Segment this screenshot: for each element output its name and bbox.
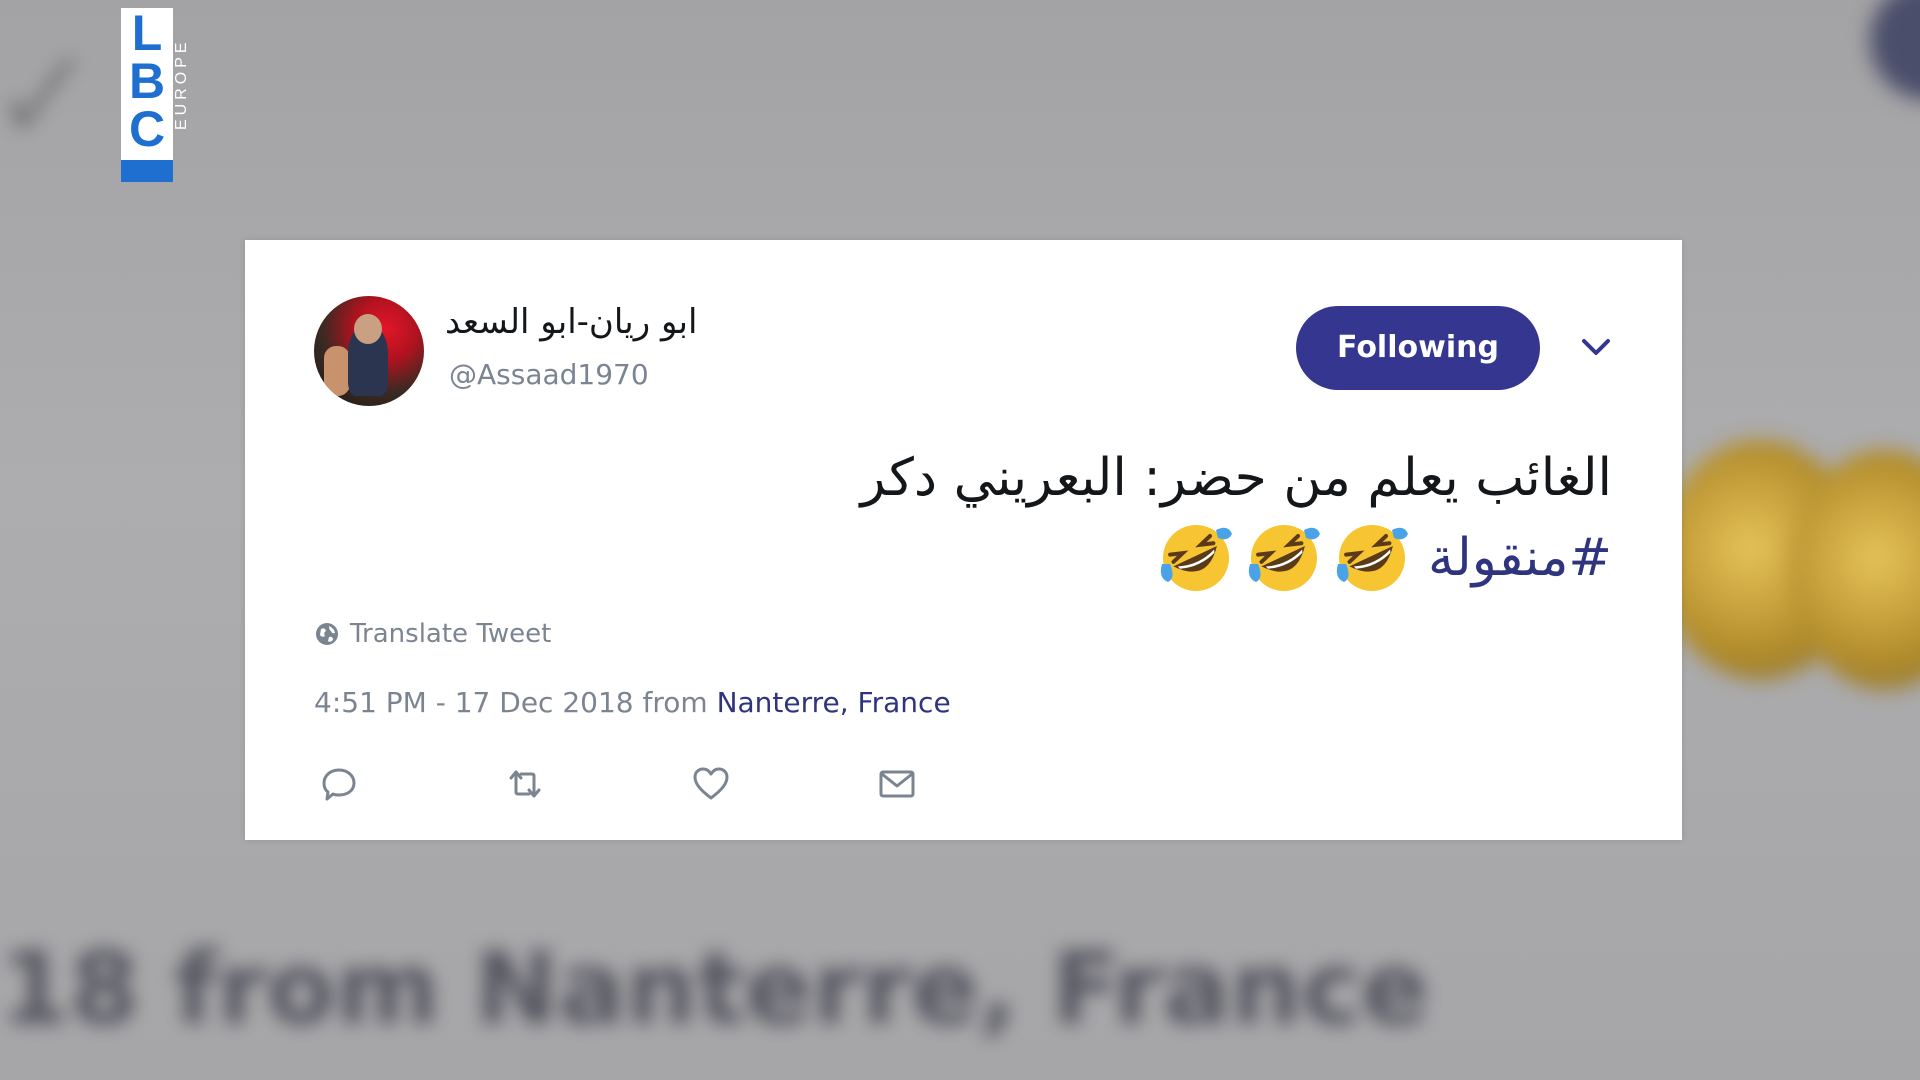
- laughing-emoji-icon: [1336, 525, 1408, 591]
- laughing-emoji-icon: [1160, 525, 1232, 591]
- retweet-icon[interactable]: [503, 762, 547, 806]
- translate-tweet-label: Translate Tweet: [350, 619, 552, 649]
- tweet-text: الغائب يعلم من حضر: البعريني دكر: [860, 448, 1612, 508]
- tweet-timestamp: 4:51 PM - 17 Dec 2018 from Nanterre, Fra…: [314, 686, 951, 719]
- user-handle[interactable]: @Assaad1970: [449, 358, 649, 391]
- logo-letter-l: L: [131, 5, 163, 61]
- display-name[interactable]: ابو ريان-ابو السعد: [445, 302, 865, 342]
- logo-letter-c: C: [128, 101, 166, 157]
- reply-icon[interactable]: [317, 762, 361, 806]
- logo-bar: [121, 160, 173, 182]
- following-button[interactable]: Following: [1296, 306, 1540, 390]
- background-blur-top: ✓: [0, 20, 99, 172]
- translate-tweet-link[interactable]: Translate Tweet: [314, 618, 551, 650]
- globe-icon: [316, 623, 338, 645]
- logo-subtitle: EUROPE: [173, 38, 190, 130]
- tweet-text-line2: #منقولة: [1158, 518, 1612, 598]
- hashtag-link[interactable]: #منقولة: [1428, 528, 1612, 588]
- avatar-arm: [324, 346, 350, 396]
- tweet-card: ابو ريان-ابو السعد @Assaad1970 Following…: [245, 240, 1682, 840]
- background-blur-circle: [1870, 0, 1920, 100]
- message-icon[interactable]: [875, 762, 919, 806]
- like-icon[interactable]: [689, 762, 733, 806]
- laughing-emoji-icon: [1248, 525, 1320, 591]
- chevron-down-icon[interactable]: [1579, 334, 1613, 360]
- background-blur-bottom-text: 18 from Nanterre, France: [0, 930, 1429, 1047]
- logo-letter-b: B: [128, 53, 166, 109]
- video-frame: ✓ 18 from Nanterre, France L B C EUROPE …: [0, 0, 1920, 1080]
- location-link[interactable]: Nanterre, France: [717, 686, 951, 719]
- avatar-head: [354, 314, 382, 344]
- lbc-europe-logo: L B C EUROPE: [121, 5, 190, 182]
- timestamp-text: 4:51 PM - 17 Dec 2018 from: [314, 686, 708, 719]
- avatar[interactable]: [314, 296, 424, 406]
